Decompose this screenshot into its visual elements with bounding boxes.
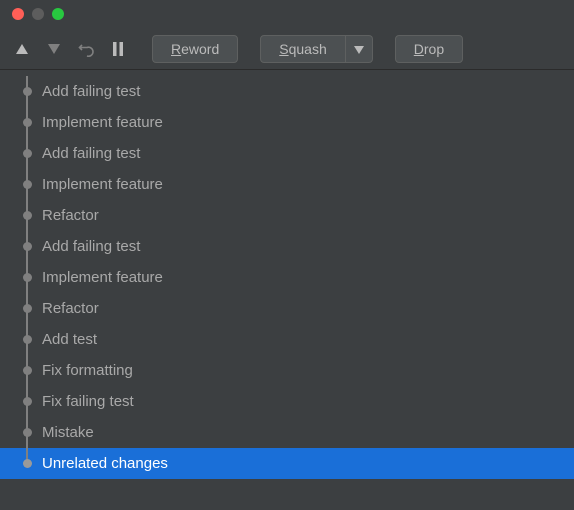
commit-message: Add test bbox=[42, 331, 97, 348]
toolbar: Reword Squash Drop bbox=[0, 28, 574, 70]
commit-graph-node bbox=[20, 293, 34, 324]
commit-dot-icon bbox=[23, 335, 32, 344]
commit-row[interactable]: Implement feature bbox=[0, 262, 574, 293]
commit-message: Mistake bbox=[42, 424, 94, 441]
commit-dot-icon bbox=[23, 428, 32, 437]
commit-graph-node bbox=[20, 262, 34, 293]
commit-list[interactable]: Add failing test Implement feature Add fai… bbox=[0, 70, 574, 479]
drop-mnemonic: D bbox=[414, 41, 424, 57]
move-up-icon[interactable] bbox=[10, 37, 34, 61]
commit-row[interactable]: Implement feature bbox=[0, 107, 574, 138]
reword-button[interactable]: Reword bbox=[152, 35, 238, 63]
commit-row[interactable]: Add test bbox=[0, 324, 574, 355]
commit-dot-icon bbox=[23, 242, 32, 251]
commit-message: Add failing test bbox=[42, 83, 140, 100]
commit-row[interactable]: Unrelated changes bbox=[0, 448, 574, 479]
commit-graph-node bbox=[20, 107, 34, 138]
commit-dot-icon bbox=[23, 149, 32, 158]
commit-graph-node bbox=[20, 76, 34, 107]
commit-message: Implement feature bbox=[42, 176, 163, 193]
commit-dot-icon bbox=[23, 211, 32, 220]
commit-message: Implement feature bbox=[42, 269, 163, 286]
commit-message: Unrelated changes bbox=[42, 455, 168, 472]
commit-row[interactable]: Mistake bbox=[0, 417, 574, 448]
commit-message: Fix formatting bbox=[42, 362, 133, 379]
commit-message: Refactor bbox=[42, 207, 99, 224]
commit-graph-node bbox=[20, 200, 34, 231]
squash-button[interactable]: Squash bbox=[260, 35, 346, 63]
undo-icon bbox=[74, 37, 98, 61]
commit-graph-node bbox=[20, 448, 34, 479]
close-window-button[interactable] bbox=[12, 8, 24, 20]
commit-dot-icon bbox=[23, 87, 32, 96]
commit-row[interactable]: Fix failing test bbox=[0, 386, 574, 417]
squash-button-group: Squash bbox=[260, 35, 373, 63]
commit-dot-icon bbox=[23, 180, 32, 189]
commit-dot-icon bbox=[23, 459, 32, 468]
commit-graph-node bbox=[20, 324, 34, 355]
commit-row[interactable]: Fix formatting bbox=[0, 355, 574, 386]
drop-button[interactable]: Drop bbox=[395, 35, 463, 63]
commit-dot-icon bbox=[23, 366, 32, 375]
move-down-icon bbox=[42, 37, 66, 61]
squash-dropdown-button[interactable] bbox=[346, 35, 373, 63]
commit-graph-node bbox=[20, 386, 34, 417]
pause-icon[interactable] bbox=[106, 37, 130, 61]
commit-row[interactable]: Add failing test bbox=[0, 76, 574, 107]
squash-mnemonic: S bbox=[279, 41, 288, 57]
commit-dot-icon bbox=[23, 397, 32, 406]
commit-dot-icon bbox=[23, 118, 32, 127]
commit-dot-icon bbox=[23, 273, 32, 282]
commit-message: Fix failing test bbox=[42, 393, 134, 410]
commit-graph-node bbox=[20, 169, 34, 200]
commit-message: Refactor bbox=[42, 300, 99, 317]
commit-graph-node bbox=[20, 138, 34, 169]
commit-message: Add failing test bbox=[42, 145, 140, 162]
chevron-down-icon bbox=[354, 41, 364, 57]
commit-graph-node bbox=[20, 417, 34, 448]
commit-row[interactable]: Refactor bbox=[0, 200, 574, 231]
commit-graph-node bbox=[20, 231, 34, 262]
commit-row[interactable]: Add failing test bbox=[0, 231, 574, 262]
commit-graph-node bbox=[20, 355, 34, 386]
commit-row[interactable]: Refactor bbox=[0, 293, 574, 324]
reword-mnemonic: R bbox=[171, 41, 181, 57]
minimize-window-button[interactable] bbox=[32, 8, 44, 20]
commit-row[interactable]: Implement feature bbox=[0, 169, 574, 200]
commit-message: Implement feature bbox=[42, 114, 163, 131]
commit-row[interactable]: Add failing test bbox=[0, 138, 574, 169]
maximize-window-button[interactable] bbox=[52, 8, 64, 20]
commit-message: Add failing test bbox=[42, 238, 140, 255]
commit-dot-icon bbox=[23, 304, 32, 313]
window-titlebar bbox=[0, 0, 574, 28]
